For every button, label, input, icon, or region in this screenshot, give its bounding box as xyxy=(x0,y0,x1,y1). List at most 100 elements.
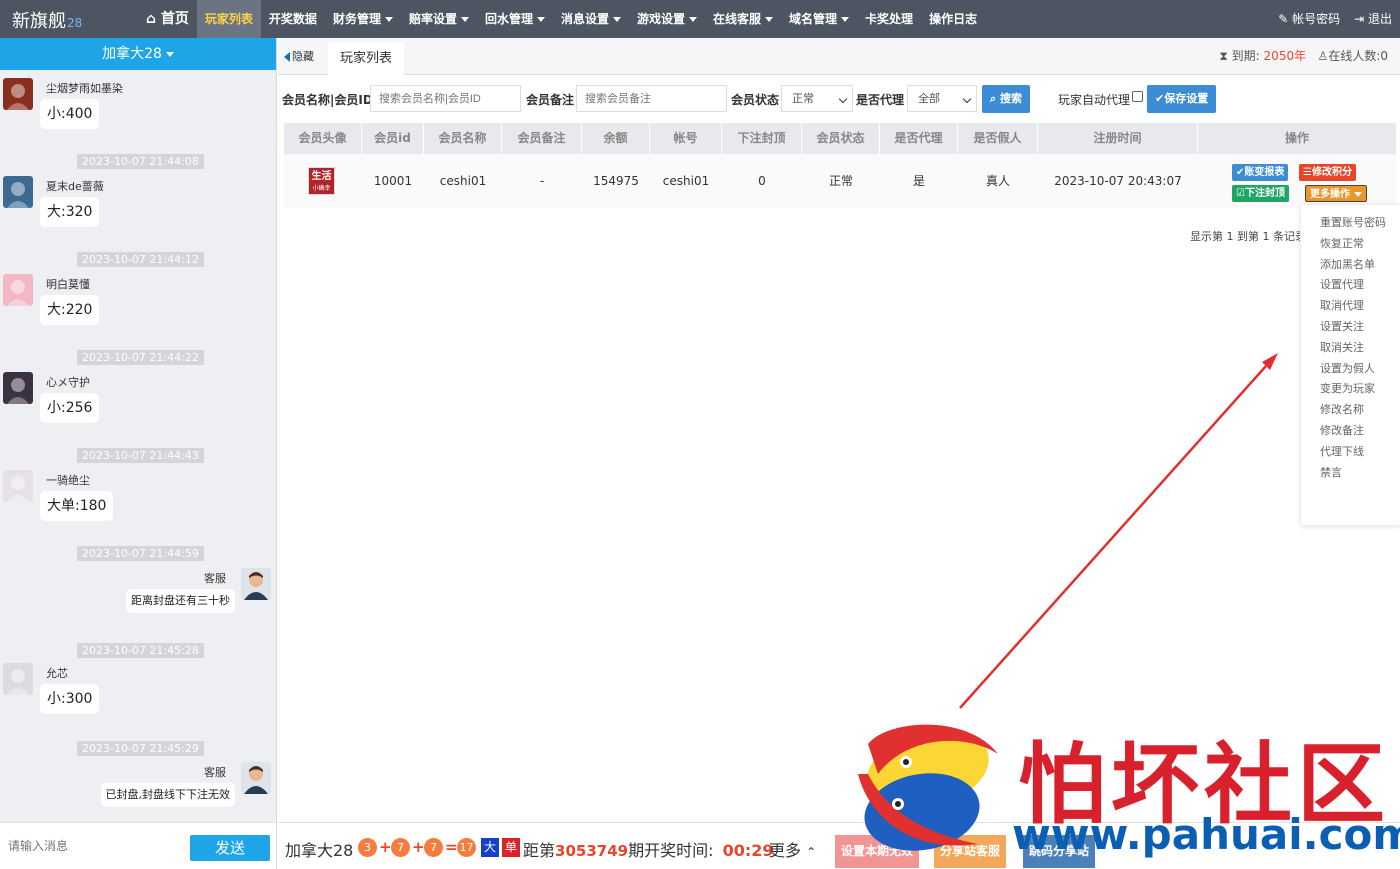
chat-bubble: 大:320 xyxy=(40,197,100,227)
app-logo[interactable]: 新旗舰28 xyxy=(12,7,82,33)
chat-username: 允芯 xyxy=(46,667,68,680)
chat-bubble: 小:256 xyxy=(40,393,100,423)
bet-cap-button[interactable]: ☑下注封顶 xyxy=(1232,185,1289,202)
menu-item[interactable]: 恢复正常 xyxy=(1301,234,1400,255)
search-button[interactable]: ⌕ 搜索 xyxy=(982,85,1031,113)
nav-player-list[interactable]: 玩家列表 xyxy=(196,0,261,38)
col-fake: 是否假人 xyxy=(958,123,1038,154)
report-button[interactable]: ✔账变报表 xyxy=(1232,164,1289,181)
status-select[interactable]: 正常 xyxy=(781,85,853,112)
nav-rebate[interactable]: 回水管理 xyxy=(477,0,553,38)
search-icon: ⌕ xyxy=(990,92,997,105)
logout-icon: ⇥ xyxy=(1354,12,1365,26)
nav-game[interactable]: 游戏设置 xyxy=(629,0,705,38)
chat-username: 一骑绝尘 xyxy=(46,474,90,487)
avatar[interactable] xyxy=(3,274,33,306)
home-icon: ⌂ xyxy=(146,11,157,27)
avatar[interactable] xyxy=(241,762,271,794)
name-search-input[interactable] xyxy=(370,85,521,112)
menu-item[interactable]: 修改名称 xyxy=(1301,400,1400,421)
col-name: 会员名称 xyxy=(424,123,502,154)
nav-card-prize[interactable]: 卡奖处理 xyxy=(857,0,921,38)
menu-item[interactable]: 设置关注 xyxy=(1301,317,1400,338)
agent-filter-label: 是否代理 xyxy=(856,93,905,107)
chat-timestamp: 2023-10-07 21:44:22 xyxy=(77,350,204,365)
status-filter-label: 会员状态 xyxy=(731,93,780,107)
cell-note: - xyxy=(539,174,545,188)
chat-bubble: 小:400 xyxy=(40,99,100,129)
more-actions-button[interactable]: 更多操作 xyxy=(1305,185,1367,202)
menu-item[interactable]: 变更为玩家 xyxy=(1301,379,1400,400)
nav-logs[interactable]: 操作日志 xyxy=(921,0,985,38)
cell-status: 正常 xyxy=(828,174,853,188)
avatar[interactable] xyxy=(3,372,33,404)
avatar[interactable] xyxy=(3,663,33,695)
avatar[interactable] xyxy=(241,568,271,600)
menu-item[interactable]: 禁言 xyxy=(1301,463,1400,484)
nav-lottery-data[interactable]: 开奖数据 xyxy=(261,0,325,38)
nav-message[interactable]: 消息设置 xyxy=(553,0,629,38)
menu-item[interactable]: 取消代理 xyxy=(1301,296,1400,317)
menu-item[interactable]: 添加黑名单 xyxy=(1301,255,1400,276)
jump-share-button[interactable]: 跳码分享站 xyxy=(1023,835,1096,868)
result-sum: 17 xyxy=(457,838,476,857)
nav-finance[interactable]: 财务管理 xyxy=(325,0,401,38)
avatar[interactable] xyxy=(3,470,33,502)
auto-agent-checkbox[interactable] xyxy=(1132,91,1143,102)
tab-player-list[interactable]: 玩家列表 xyxy=(328,42,405,75)
hide-sidebar-button[interactable]: 隐藏 xyxy=(284,38,314,75)
note-search-input[interactable] xyxy=(576,85,727,112)
check-icon: ✔ xyxy=(1155,92,1165,105)
cell-reg-time: 2023-10-07 20:43:07 xyxy=(1054,174,1182,188)
chevron-down-icon xyxy=(841,17,850,22)
hourglass-icon: ⧗ xyxy=(1219,49,1228,63)
chat-message-input[interactable] xyxy=(8,833,178,859)
menu-item[interactable]: 代理下线 xyxy=(1301,442,1400,463)
more-actions-menu: 重置账号密码 恢复正常 添加黑名单 设置代理 取消代理 设置关注 取消关注 设置为假人 变更为玩… xyxy=(1301,205,1400,525)
nav-home[interactable]: ⌂ 首页 xyxy=(138,0,197,38)
chat-message: 一骑绝尘 大单:180 xyxy=(0,470,276,526)
col-reg-time: 注册时间 xyxy=(1038,123,1198,154)
menu-item[interactable]: 设置代理 xyxy=(1301,275,1400,296)
auto-agent-label: 玩家自动代理 xyxy=(1058,93,1131,107)
main-nav: ⌂ 首页 玩家列表 开奖数据 财务管理 赔率设置 回水管理 消息设置 游戏设置 … xyxy=(138,0,985,38)
more-toggle[interactable]: 更多 ⌃ xyxy=(769,837,816,861)
result-ball: 7 xyxy=(424,838,443,857)
send-button[interactable]: 发送 xyxy=(190,835,270,861)
menu-item[interactable]: 重置账号密码 xyxy=(1301,213,1400,234)
pagination-summary: 显示第 1 到第 1 条记录 xyxy=(1190,230,1300,243)
invalid-period-button[interactable]: 设置本期无效 xyxy=(835,835,920,868)
chat-username: 客服 xyxy=(204,572,226,585)
chevron-down-icon xyxy=(613,17,621,22)
save-settings-button[interactable]: ✔保存设置 xyxy=(1147,85,1217,113)
chevron-down-icon xyxy=(460,17,469,22)
avatar[interactable] xyxy=(3,78,33,110)
top-navbar: 新旗舰28 ⌂ 首页 玩家列表 开奖数据 财务管理 赔率设置 回水管理 消息设置… xyxy=(0,0,1400,38)
chat-timestamp: 2023-10-07 21:45:29 xyxy=(77,741,204,756)
edit-score-button[interactable]: ☰修改积分 xyxy=(1299,164,1356,181)
share-support-button[interactable]: 分享站客服 xyxy=(934,835,1007,868)
game-selector[interactable]: 加拿大28 xyxy=(0,38,276,70)
edit-icon: ✎ xyxy=(1278,12,1289,26)
menu-item[interactable]: 设置为假人 xyxy=(1301,359,1400,380)
col-agent: 是否代理 xyxy=(880,123,958,154)
equals-sign: = xyxy=(445,838,458,856)
nav-odds[interactable]: 赔率设置 xyxy=(401,0,477,38)
nav-support[interactable]: 在线客服 xyxy=(705,0,781,38)
chat-message: 尘烟梦雨如墨染 小:400 xyxy=(0,78,276,134)
menu-item[interactable]: 修改备注 xyxy=(1301,421,1400,442)
chat-message: 心メ守护 小:256 xyxy=(0,372,276,428)
chat-timestamp: 2023-10-07 21:45:28 xyxy=(77,643,204,658)
account-password-link[interactable]: ✎ 帐号密码 xyxy=(1278,0,1340,38)
agent-select[interactable]: 全部 xyxy=(907,85,977,112)
nav-domain[interactable]: 域名管理 xyxy=(781,0,857,38)
cell-avatar: 生活 小确幸 xyxy=(284,154,362,208)
game-name: 加拿大28 xyxy=(285,841,354,860)
chat-timestamp: 2023-10-07 21:44:43 xyxy=(77,448,204,463)
avatar[interactable] xyxy=(3,176,33,208)
menu-item[interactable]: 取消关注 xyxy=(1301,338,1400,359)
logout-link[interactable]: ⇥ 退出 xyxy=(1354,0,1392,38)
col-avatar: 会员头像 xyxy=(284,123,362,154)
note-filter-label: 会员备注 xyxy=(526,93,575,107)
chat-username: 明白莫懂 xyxy=(46,278,90,291)
